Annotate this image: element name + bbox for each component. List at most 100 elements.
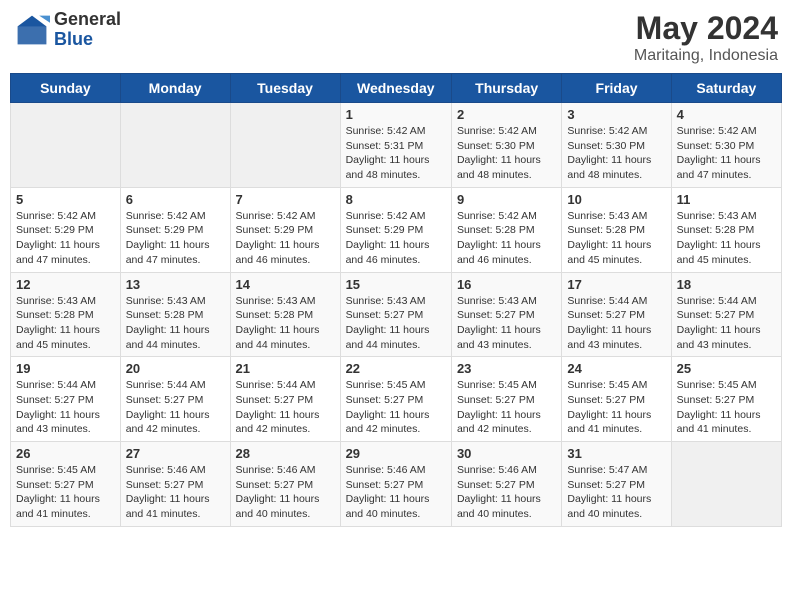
calendar-cell (11, 103, 121, 188)
calendar-cell: 17 Sunrise: 5:44 AM Sunset: 5:27 PM Dayli… (562, 272, 671, 357)
day-number: 3 (567, 107, 665, 122)
calendar-week-1: 1Sunrise: 5:42 AM Sunset: 5:31 PM Daylig… (11, 103, 782, 188)
day-number: 2 (457, 107, 556, 122)
calendar-week-3: 12 Sunrise: 5:43 AM Sunset: 5:28 PM Dayli… (11, 272, 782, 357)
day-info: Sunrise: 5:46 AM Sunset: 5:27 PM Dayligh… (457, 463, 556, 522)
day-info: Sunrise: 5:42 AM Sunset: 5:30 PM Dayligh… (677, 124, 776, 183)
calendar-cell: 6 Sunrise: 5:42 AM Sunset: 5:29 PM Daylig… (120, 187, 230, 272)
page-header: General Blue May 2024 Maritaing, Indones… (10, 10, 782, 65)
day-number: 8 (346, 192, 446, 207)
calendar-header-row: SundayMondayTuesdayWednesdayThursdayFrid… (11, 74, 782, 103)
calendar-cell: 21 Sunrise: 5:44 AM Sunset: 5:27 PM Dayli… (230, 357, 340, 442)
calendar-cell (671, 442, 781, 527)
day-info: Sunrise: 5:43 AM Sunset: 5:27 PM Dayligh… (457, 294, 556, 353)
day-info: Sunrise: 5:42 AM Sunset: 5:29 PM Dayligh… (346, 209, 446, 268)
day-number: 18 (677, 277, 776, 292)
day-number: 23 (457, 361, 556, 376)
day-info: Sunrise: 5:42 AM Sunset: 5:31 PM Dayligh… (346, 124, 446, 183)
day-header-sunday: Sunday (11, 74, 121, 103)
calendar-cell: 14Sunrise: 5:43 AM Sunset: 5:28 PM Dayli… (230, 272, 340, 357)
day-info: Sunrise: 5:42 AM Sunset: 5:29 PM Dayligh… (16, 209, 115, 268)
calendar-cell: 2 Sunrise: 5:42 AM Sunset: 5:30 PM Daylig… (451, 103, 561, 188)
day-number: 26 (16, 446, 115, 461)
title-block: May 2024 Maritaing, Indonesia (634, 10, 778, 65)
logo-blue: Blue (54, 30, 121, 50)
day-info: Sunrise: 5:46 AM Sunset: 5:27 PM Dayligh… (346, 463, 446, 522)
day-info: Sunrise: 5:42 AM Sunset: 5:28 PM Dayligh… (457, 209, 556, 268)
day-number: 15 (346, 277, 446, 292)
calendar-cell: 8 Sunrise: 5:42 AM Sunset: 5:29 PM Daylig… (340, 187, 451, 272)
day-info: Sunrise: 5:46 AM Sunset: 5:27 PM Dayligh… (126, 463, 225, 522)
day-info: Sunrise: 5:42 AM Sunset: 5:29 PM Dayligh… (236, 209, 335, 268)
day-info: Sunrise: 5:44 AM Sunset: 5:27 PM Dayligh… (236, 378, 335, 437)
day-number: 17 (567, 277, 665, 292)
calendar-cell: 3 Sunrise: 5:42 AM Sunset: 5:30 PM Daylig… (562, 103, 671, 188)
calendar-week-4: 19 Sunrise: 5:44 AM Sunset: 5:27 PM Dayli… (11, 357, 782, 442)
day-info: Sunrise: 5:45 AM Sunset: 5:27 PM Dayligh… (346, 378, 446, 437)
calendar-cell: 13 Sunrise: 5:43 AM Sunset: 5:28 PM Dayli… (120, 272, 230, 357)
day-number: 24 (567, 361, 665, 376)
logo-icon (14, 12, 50, 48)
day-number: 28 (236, 446, 335, 461)
day-info: Sunrise: 5:43 AM Sunset: 5:28 PM Dayligh… (567, 209, 665, 268)
day-number: 12 (16, 277, 115, 292)
day-info: Sunrise: 5:44 AM Sunset: 5:27 PM Dayligh… (126, 378, 225, 437)
day-info: Sunrise: 5:43 AM Sunset: 5:28 PM Dayligh… (677, 209, 776, 268)
day-info: Sunrise: 5:44 AM Sunset: 5:27 PM Dayligh… (16, 378, 115, 437)
calendar-cell: 7 Sunrise: 5:42 AM Sunset: 5:29 PM Daylig… (230, 187, 340, 272)
day-info: Sunrise: 5:45 AM Sunset: 5:27 PM Dayligh… (677, 378, 776, 437)
day-info: Sunrise: 5:45 AM Sunset: 5:27 PM Dayligh… (16, 463, 115, 522)
day-number: 6 (126, 192, 225, 207)
day-number: 31 (567, 446, 665, 461)
day-info: Sunrise: 5:42 AM Sunset: 5:30 PM Dayligh… (457, 124, 556, 183)
day-number: 11 (677, 192, 776, 207)
day-number: 13 (126, 277, 225, 292)
calendar-cell: 4Sunrise: 5:42 AM Sunset: 5:30 PM Daylig… (671, 103, 781, 188)
logo-general: General (54, 10, 121, 30)
calendar-week-5: 26 Sunrise: 5:45 AM Sunset: 5:27 PM Dayli… (11, 442, 782, 527)
calendar-cell: 30Sunrise: 5:46 AM Sunset: 5:27 PM Dayli… (451, 442, 561, 527)
calendar-cell: 16Sunrise: 5:43 AM Sunset: 5:27 PM Dayli… (451, 272, 561, 357)
day-info: Sunrise: 5:43 AM Sunset: 5:28 PM Dayligh… (126, 294, 225, 353)
calendar-table: SundayMondayTuesdayWednesdayThursdayFrid… (10, 73, 782, 527)
calendar-cell: 11 Sunrise: 5:43 AM Sunset: 5:28 PM Dayli… (671, 187, 781, 272)
day-header-monday: Monday (120, 74, 230, 103)
day-header-tuesday: Tuesday (230, 74, 340, 103)
calendar-week-2: 5 Sunrise: 5:42 AM Sunset: 5:29 PM Daylig… (11, 187, 782, 272)
day-number: 10 (567, 192, 665, 207)
calendar-cell: 12 Sunrise: 5:43 AM Sunset: 5:28 PM Dayli… (11, 272, 121, 357)
day-number: 14 (236, 277, 335, 292)
calendar-cell: 27Sunrise: 5:46 AM Sunset: 5:27 PM Dayli… (120, 442, 230, 527)
day-info: Sunrise: 5:43 AM Sunset: 5:28 PM Dayligh… (16, 294, 115, 353)
day-number: 7 (236, 192, 335, 207)
calendar-cell (120, 103, 230, 188)
calendar-cell: 18 Sunrise: 5:44 AM Sunset: 5:27 PM Dayli… (671, 272, 781, 357)
calendar-cell: 5 Sunrise: 5:42 AM Sunset: 5:29 PM Daylig… (11, 187, 121, 272)
calendar-cell: 15 Sunrise: 5:43 AM Sunset: 5:27 PM Dayli… (340, 272, 451, 357)
day-header-saturday: Saturday (671, 74, 781, 103)
day-info: Sunrise: 5:42 AM Sunset: 5:30 PM Dayligh… (567, 124, 665, 183)
calendar-cell: 26 Sunrise: 5:45 AM Sunset: 5:27 PM Dayli… (11, 442, 121, 527)
day-number: 21 (236, 361, 335, 376)
calendar-cell: 20Sunrise: 5:44 AM Sunset: 5:27 PM Dayli… (120, 357, 230, 442)
day-number: 19 (16, 361, 115, 376)
calendar-cell: 10 Sunrise: 5:43 AM Sunset: 5:28 PM Dayli… (562, 187, 671, 272)
day-info: Sunrise: 5:42 AM Sunset: 5:29 PM Dayligh… (126, 209, 225, 268)
location: Maritaing, Indonesia (634, 47, 778, 65)
day-info: Sunrise: 5:46 AM Sunset: 5:27 PM Dayligh… (236, 463, 335, 522)
calendar-cell: 25 Sunrise: 5:45 AM Sunset: 5:27 PM Dayli… (671, 357, 781, 442)
day-header-friday: Friday (562, 74, 671, 103)
day-number: 5 (16, 192, 115, 207)
day-info: Sunrise: 5:45 AM Sunset: 5:27 PM Dayligh… (567, 378, 665, 437)
day-number: 22 (346, 361, 446, 376)
calendar-cell: 22 Sunrise: 5:45 AM Sunset: 5:27 PM Dayli… (340, 357, 451, 442)
day-number: 25 (677, 361, 776, 376)
day-info: Sunrise: 5:44 AM Sunset: 5:27 PM Dayligh… (567, 294, 665, 353)
day-info: Sunrise: 5:43 AM Sunset: 5:27 PM Dayligh… (346, 294, 446, 353)
day-info: Sunrise: 5:45 AM Sunset: 5:27 PM Dayligh… (457, 378, 556, 437)
calendar-cell: 19 Sunrise: 5:44 AM Sunset: 5:27 PM Dayli… (11, 357, 121, 442)
calendar-cell: 1Sunrise: 5:42 AM Sunset: 5:31 PM Daylig… (340, 103, 451, 188)
logo-text: General Blue (54, 10, 121, 50)
day-number: 9 (457, 192, 556, 207)
day-info: Sunrise: 5:44 AM Sunset: 5:27 PM Dayligh… (677, 294, 776, 353)
